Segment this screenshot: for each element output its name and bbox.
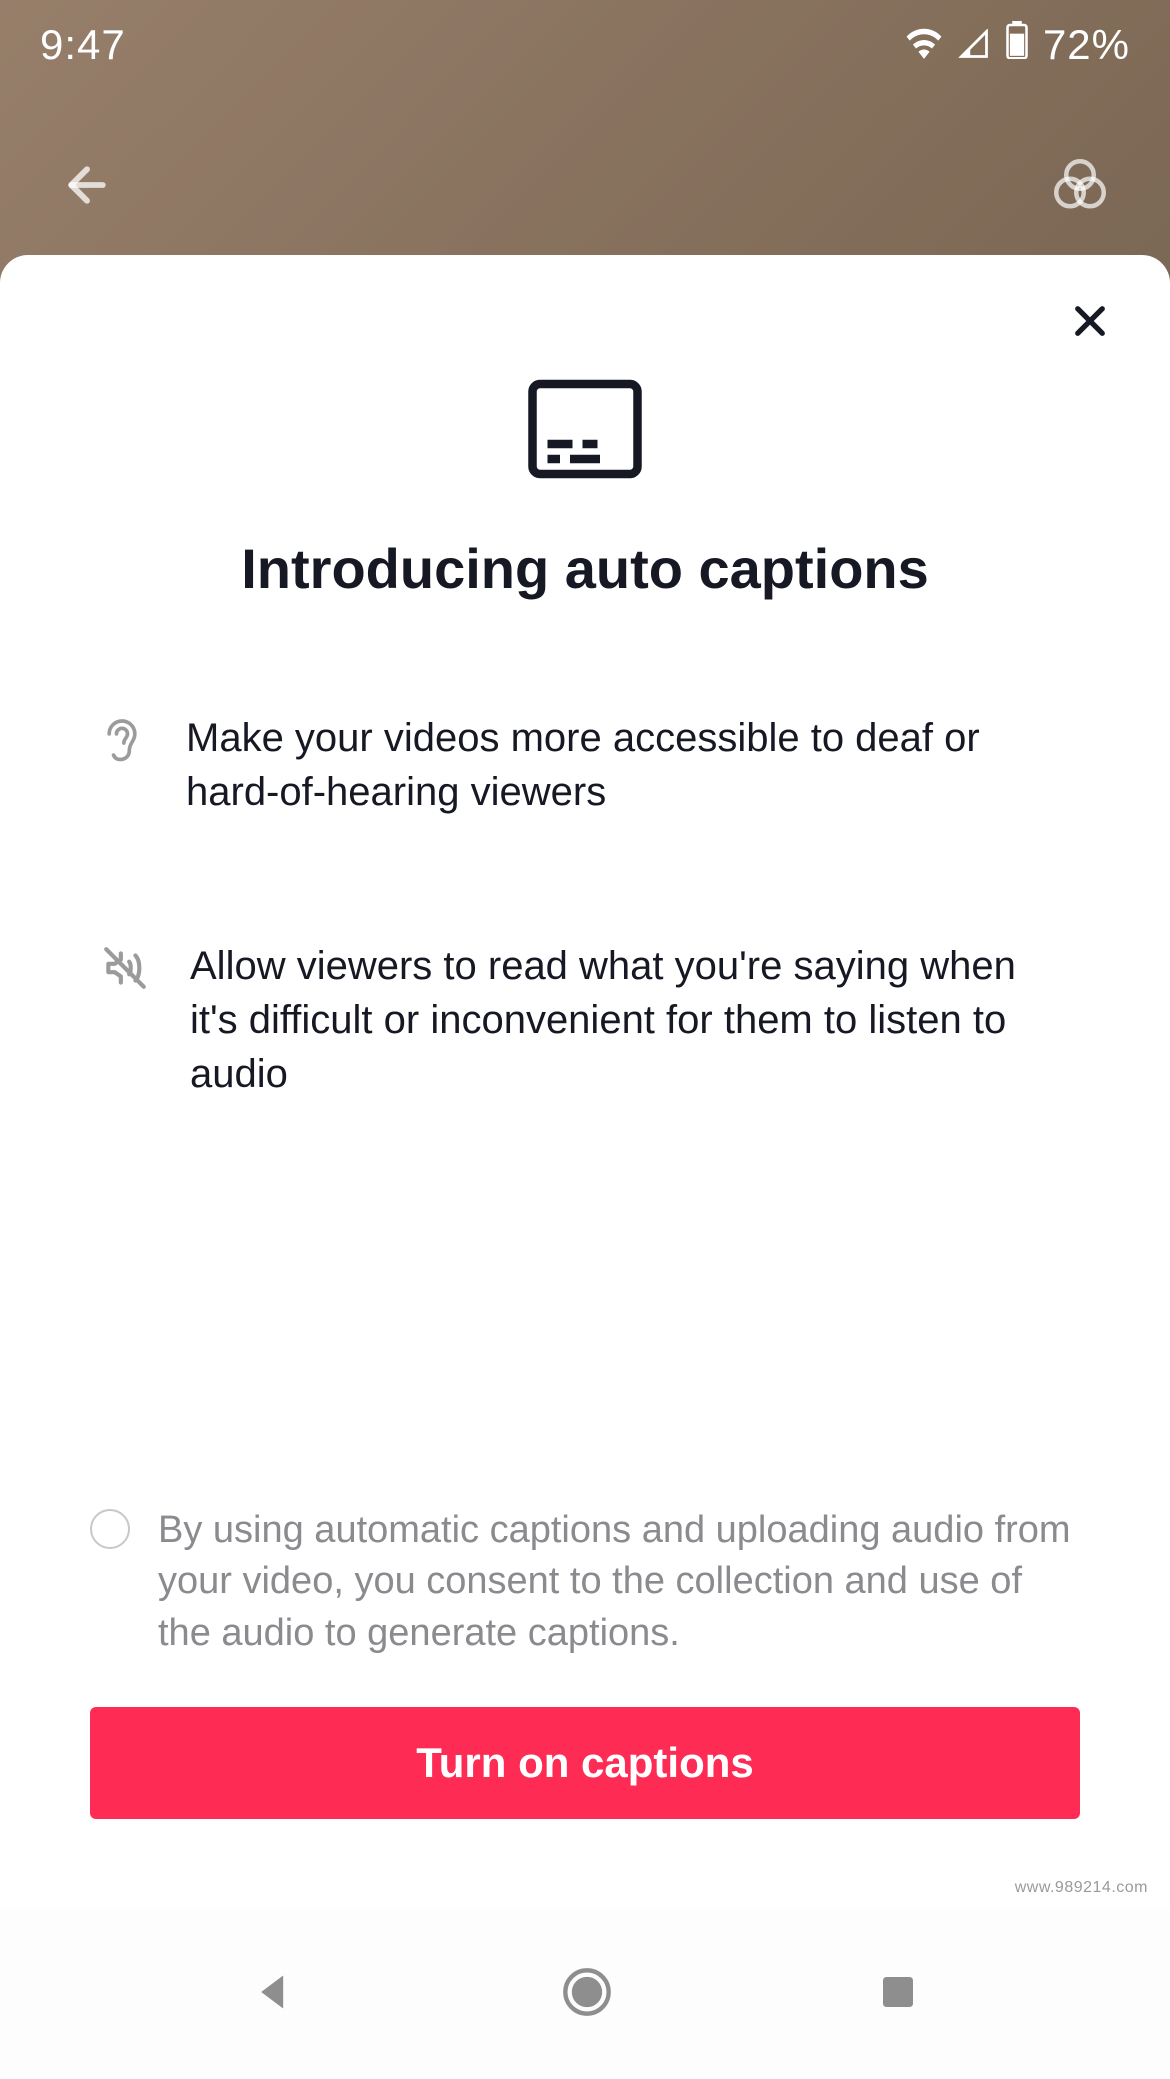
nav-home-icon[interactable]: [561, 1966, 613, 2023]
bullet-accessibility: Make your videos more accessible to deaf…: [100, 711, 1070, 819]
camera-nav-row: [0, 155, 1170, 220]
sheet-bullets: Make your videos more accessible to deaf…: [0, 601, 1170, 1101]
screen: 9:47 72%: [0, 0, 1170, 2079]
close-button[interactable]: [1060, 293, 1120, 353]
captions-icon: [525, 375, 645, 488]
nav-recent-icon[interactable]: [878, 1972, 918, 2017]
status-bar: 9:47 72%: [0, 0, 1170, 90]
bullet-no-audio: Allow viewers to read what you're saying…: [100, 939, 1070, 1101]
status-time: 9:47: [40, 21, 126, 69]
consent-checkbox[interactable]: [90, 1509, 130, 1549]
sound-off-icon: [100, 939, 150, 998]
bullet-text: Allow viewers to read what you're saying…: [190, 939, 1070, 1101]
filters-icon[interactable]: [1050, 155, 1110, 220]
android-nav-bar: [0, 1909, 1170, 2079]
battery-icon: [1005, 21, 1029, 69]
bullet-text: Make your videos more accessible to deaf…: [186, 711, 1070, 819]
turn-on-captions-button[interactable]: Turn on captions: [90, 1707, 1080, 1819]
status-battery-percent: 72%: [1043, 21, 1130, 69]
back-arrow-icon[interactable]: [60, 158, 114, 217]
status-indicators: 72%: [905, 21, 1130, 69]
cellular-icon: [957, 21, 991, 69]
wifi-icon: [905, 21, 943, 69]
consent-row[interactable]: By using automatic captions and uploadin…: [90, 1505, 1080, 1659]
sheet-hero: Introducing auto captions: [0, 375, 1170, 601]
sheet-title: Introducing auto captions: [241, 536, 929, 601]
consent-text: By using automatic captions and uploadin…: [158, 1505, 1080, 1659]
nav-back-icon[interactable]: [252, 1970, 296, 2019]
watermark: www.989214.com: [1015, 1879, 1148, 1897]
auto-captions-sheet: Introducing auto captions Make your vide…: [0, 255, 1170, 2079]
close-icon: [1069, 300, 1111, 347]
ear-icon: [100, 711, 146, 776]
